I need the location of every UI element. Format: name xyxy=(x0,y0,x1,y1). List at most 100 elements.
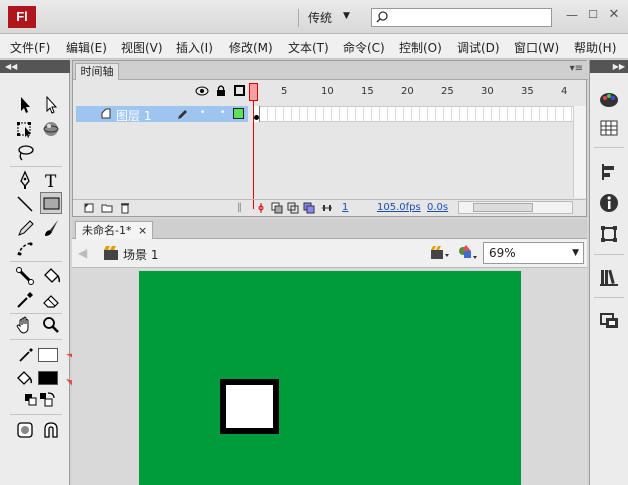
menu-help[interactable]: 帮助(H) xyxy=(574,39,616,56)
eraser-tool-icon[interactable] xyxy=(40,289,62,311)
maximize-icon[interactable]: ☐ xyxy=(586,8,600,22)
onion-skin-icon[interactable] xyxy=(271,202,283,214)
menu-text[interactable]: 文本(T) xyxy=(288,39,329,56)
outline-icon[interactable] xyxy=(234,85,245,96)
playhead[interactable] xyxy=(249,83,258,101)
layer-row[interactable]: 图层 1 • • xyxy=(76,106,248,123)
new-folder-icon[interactable] xyxy=(101,202,113,214)
menu-control[interactable]: 控制(O) xyxy=(399,39,442,56)
components-panel-icon[interactable] xyxy=(598,309,620,331)
swatches-panel-icon[interactable] xyxy=(598,117,620,139)
delete-icon[interactable] xyxy=(119,201,131,214)
current-frame[interactable]: 1 xyxy=(342,202,348,213)
selection-tool-icon[interactable] xyxy=(14,94,36,116)
menu-insert[interactable]: 插入(I) xyxy=(176,39,213,56)
color-panel-icon[interactable] xyxy=(598,88,620,110)
3d-rotation-tool-icon[interactable] xyxy=(40,118,62,140)
tab-document[interactable]: 未命名-1* × xyxy=(75,221,153,239)
edit-symbols-icon[interactable] xyxy=(457,244,479,262)
transform-panel-icon[interactable] xyxy=(598,223,620,245)
menu-commands[interactable]: 命令(C) xyxy=(343,39,385,56)
menu-debug[interactable]: 调试(D) xyxy=(457,39,500,56)
rectangle-fill[interactable] xyxy=(226,385,273,428)
swap-colors-icon[interactable] xyxy=(36,389,58,411)
line-tool-icon[interactable] xyxy=(14,193,36,215)
lock-dot[interactable]: • xyxy=(220,108,225,118)
bone-tool-icon[interactable] xyxy=(14,265,36,287)
scene-icon xyxy=(104,246,118,260)
align-panel-icon[interactable] xyxy=(598,161,620,183)
library-panel-icon[interactable] xyxy=(598,266,620,288)
frame-number: 4 xyxy=(561,86,568,97)
eye-icon[interactable] xyxy=(195,85,209,97)
lock-icon[interactable] xyxy=(215,84,227,97)
rectangle-tool-icon[interactable] xyxy=(40,192,62,214)
panel-separator xyxy=(594,254,624,255)
elapsed-time[interactable]: 0.0s xyxy=(427,202,448,213)
chevron-down-icon[interactable]: ▼ xyxy=(572,248,579,258)
menu-window[interactable]: 窗口(W) xyxy=(514,39,559,56)
eyedropper-tool-icon[interactable] xyxy=(14,289,36,311)
frame-rate[interactable]: 105.0fps xyxy=(377,202,421,213)
menu-edit[interactable]: 编辑(E) xyxy=(66,39,107,56)
search-field[interactable] xyxy=(371,8,552,27)
close-tab-icon[interactable]: × xyxy=(138,222,147,239)
edit-multiple-frames-icon[interactable] xyxy=(303,202,315,214)
timeline-panel: 时间轴 ▾≡ 1 5 10 15 20 25 30 35 4 图层 1 • • … xyxy=(72,60,588,217)
object-drawing-icon[interactable] xyxy=(14,419,36,441)
minimize-icon[interactable]: — xyxy=(565,8,579,22)
right-panel-header: ▶▶ xyxy=(590,60,628,73)
zoom-select[interactable]: 69% ▼ xyxy=(483,242,584,264)
pencil-tool-icon[interactable] xyxy=(14,217,36,239)
brush-tool-icon[interactable] xyxy=(40,217,62,239)
tool-separator xyxy=(10,414,62,415)
document-title: 未命名-1* xyxy=(82,224,132,237)
menu-file[interactable]: 文件(F) xyxy=(10,39,50,56)
stroke-color-icon[interactable] xyxy=(14,344,36,366)
scrollbar-thumb[interactable] xyxy=(473,203,533,212)
layer-outline-color[interactable] xyxy=(233,108,244,119)
edit-bar: ◀ 场景 1 69% ▼ xyxy=(72,239,587,268)
tool-separator xyxy=(10,339,62,340)
fill-color-swatch[interactable] xyxy=(38,371,58,385)
text-tool-icon[interactable]: T xyxy=(40,169,62,191)
stage[interactable] xyxy=(139,271,521,485)
edit-scene-icon[interactable] xyxy=(430,245,450,261)
fill-color-icon[interactable] xyxy=(14,367,36,389)
pen-tool-icon[interactable] xyxy=(14,169,36,191)
new-layer-icon[interactable] xyxy=(83,202,95,214)
onion-outline-icon[interactable] xyxy=(287,202,299,214)
collapse-icon[interactable]: ◀◀ xyxy=(5,60,17,73)
center-frame-icon[interactable] xyxy=(255,202,267,214)
layer-icon xyxy=(101,108,111,119)
stroke-color-swatch[interactable] xyxy=(38,348,58,362)
workspace-switcher[interactable]: 传统 xyxy=(308,9,332,26)
expand-panels-icon[interactable]: ▶▶ xyxy=(613,60,625,73)
info-panel-icon[interactable] xyxy=(598,192,620,214)
deco-tool-icon[interactable] xyxy=(14,238,36,260)
app-logo: Fl xyxy=(8,6,36,28)
frame-grid[interactable] xyxy=(252,106,574,122)
zoom-tool-icon[interactable] xyxy=(40,314,62,336)
chevron-down-icon[interactable]: ▼ xyxy=(343,11,350,21)
timeline-divider[interactable]: ‖ xyxy=(237,202,242,213)
keyframe-dot xyxy=(254,115,259,120)
close-icon[interactable]: ✕ xyxy=(607,7,621,22)
tab-timeline[interactable]: 时间轴 xyxy=(75,63,119,80)
visibility-dot[interactable]: • xyxy=(200,108,205,118)
frame-number: 5 xyxy=(281,86,288,97)
vertical-scrollbar[interactable] xyxy=(573,106,586,198)
hand-tool-icon[interactable] xyxy=(14,314,36,336)
paint-bucket-tool-icon[interactable] xyxy=(40,265,62,287)
subselection-tool-icon[interactable] xyxy=(40,94,62,116)
tool-separator xyxy=(10,261,62,262)
back-arrow-icon[interactable]: ◀ xyxy=(78,246,87,260)
frame-number: 10 xyxy=(321,86,334,97)
menu-view[interactable]: 视图(V) xyxy=(121,39,163,56)
menu-modify[interactable]: 修改(M) xyxy=(229,39,273,56)
panel-menu-icon[interactable]: ▾≡ xyxy=(570,63,583,74)
snap-magnet-icon[interactable] xyxy=(40,419,62,441)
modify-markers-icon[interactable] xyxy=(321,202,333,214)
lasso-tool-icon[interactable] xyxy=(14,142,36,164)
free-transform-tool-icon[interactable] xyxy=(14,118,36,140)
